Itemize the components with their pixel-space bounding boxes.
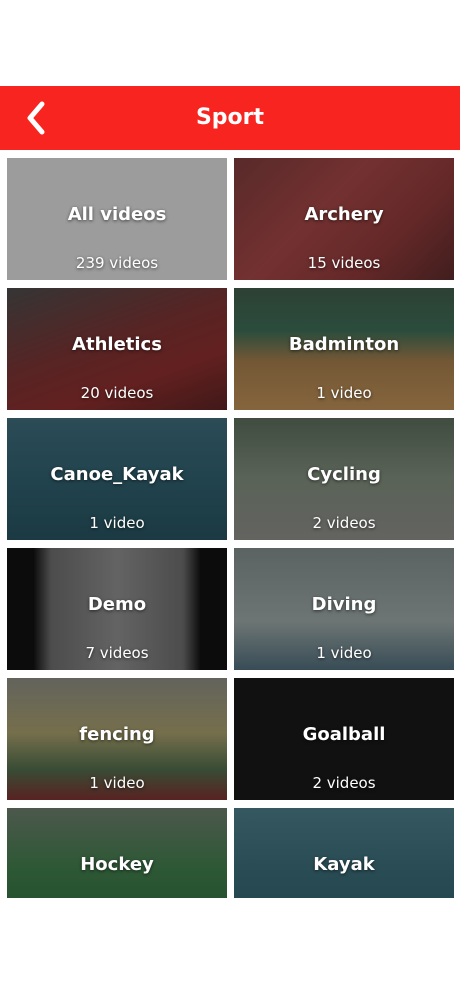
- category-tile-cycling[interactable]: Cycling 2 videos: [234, 418, 454, 540]
- category-name: Badminton: [288, 334, 400, 355]
- category-tile-kayak[interactable]: Kayak: [234, 808, 454, 898]
- video-count: 239 videos: [75, 254, 159, 272]
- category-tile-badminton[interactable]: Badminton 1 video: [234, 288, 454, 410]
- category-name: Archery: [304, 204, 384, 225]
- category-name: Goalball: [302, 724, 386, 745]
- video-count: 1 video: [316, 384, 372, 402]
- video-count: 7 videos: [85, 644, 149, 662]
- category-name: All videos: [67, 204, 167, 225]
- bottom-area: [0, 898, 460, 996]
- category-tile-diving[interactable]: Diving 1 video: [234, 548, 454, 670]
- video-count: 15 videos: [307, 254, 381, 272]
- category-name: Athletics: [72, 334, 162, 355]
- category-tile-goalball[interactable]: Goalball 2 videos: [234, 678, 454, 800]
- video-count: 1 video: [316, 644, 372, 662]
- category-tile-canoe-kayak[interactable]: Canoe_Kayak 1 video: [7, 418, 227, 540]
- video-count: 2 videos: [312, 774, 376, 792]
- category-name: Cycling: [307, 464, 381, 485]
- category-name: Canoe_Kayak: [50, 464, 184, 485]
- category-tile-athletics[interactable]: Athletics 20 videos: [7, 288, 227, 410]
- category-tile-all-videos[interactable]: All videos 239 videos: [7, 158, 227, 280]
- app-header: Sport: [0, 86, 460, 150]
- category-name: Demo: [87, 594, 147, 615]
- category-name: fencing: [79, 724, 155, 745]
- category-name: Kayak: [313, 854, 375, 875]
- category-grid: All videos 239 videos Archery 15 videos …: [0, 150, 460, 898]
- category-tile-hockey[interactable]: Hockey: [7, 808, 227, 898]
- video-count: 1 video: [89, 774, 145, 792]
- category-tile-demo[interactable]: Demo 7 videos: [7, 548, 227, 670]
- status-bar-area: [0, 0, 460, 86]
- category-name: Hockey: [80, 854, 154, 875]
- video-count: 1 video: [89, 514, 145, 532]
- category-tile-fencing[interactable]: fencing 1 video: [7, 678, 227, 800]
- video-count: 2 videos: [312, 514, 376, 532]
- category-name: Diving: [311, 594, 377, 615]
- video-count: 20 videos: [80, 384, 154, 402]
- category-tile-archery[interactable]: Archery 15 videos: [234, 158, 454, 280]
- page-title: Sport: [195, 105, 265, 130]
